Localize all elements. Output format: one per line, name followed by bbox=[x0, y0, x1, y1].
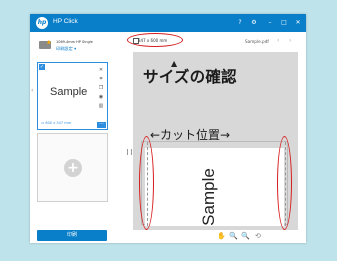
zoom-in-icon[interactable]: 🔍 bbox=[241, 232, 250, 240]
warning-icon: ▲ bbox=[47, 39, 51, 45]
left-cut-highlight bbox=[139, 136, 154, 230]
hand-tool-icon[interactable]: ✋ bbox=[217, 232, 226, 240]
prev-page-button[interactable]: ‹ bbox=[277, 37, 279, 44]
thumbnail-text: Sample bbox=[50, 86, 88, 98]
print-settings-link[interactable]: 印刷設定 ▾ bbox=[56, 46, 76, 52]
prev-job-button[interactable]: ‹ bbox=[31, 87, 33, 94]
thumbnail-checkbox[interactable]: ✓ bbox=[39, 64, 45, 70]
size-label: 347 x 600 mm bbox=[138, 38, 168, 43]
delete-icon[interactable]: ▥ bbox=[98, 103, 104, 109]
next-page-button[interactable]: › bbox=[289, 37, 291, 44]
close-button[interactable]: ✕ bbox=[292, 16, 304, 29]
app-title: HP Click bbox=[53, 18, 78, 25]
job-sidebar: ▲ 1069.4mm HP Single 印刷設定 ▾ ‹ ✓ Sample ✕… bbox=[30, 32, 127, 243]
right-cut-highlight bbox=[277, 136, 292, 230]
hp-logo-icon: hp bbox=[36, 17, 48, 29]
close-icon[interactable]: ✕ bbox=[98, 67, 104, 73]
thumbnail-size: ▭ 600 x 347 mm bbox=[41, 121, 72, 125]
settings-icon[interactable]: ⚙ bbox=[248, 16, 260, 29]
help-icon[interactable]: ? bbox=[234, 16, 246, 29]
view-icon[interactable]: ◉ bbox=[98, 94, 104, 100]
app-window: hp HP Click ? ⚙ – □ ✕ ▲ 1069.4mm HP Sing… bbox=[30, 14, 306, 243]
copies-icon[interactable]: ❐ bbox=[98, 85, 104, 91]
crop-icon[interactable]: ⌗ bbox=[98, 76, 104, 82]
size-callout: サイズの確認 bbox=[143, 68, 237, 86]
sheet-sample: Sample bbox=[198, 168, 218, 226]
add-icon[interactable]: + bbox=[64, 159, 82, 177]
maximize-button[interactable]: □ bbox=[278, 16, 290, 29]
title-bar: hp HP Click ? ⚙ – □ ✕ bbox=[30, 14, 306, 32]
minimize-button[interactable]: – bbox=[264, 16, 276, 29]
job-thumbnail[interactable]: ✓ Sample ✕ ⌗ ❐ ◉ ▥ ▭ 600 x 347 mm ··· bbox=[37, 62, 108, 130]
cut-marker bbox=[127, 149, 132, 155]
add-file-area[interactable]: + bbox=[37, 133, 108, 202]
preview-pane: 347 x 600 mm Sample.pdf ‹ › ▲ サイズの確認 ←カッ… bbox=[127, 32, 306, 243]
file-name: Sample.pdf bbox=[245, 39, 269, 44]
more-options-button[interactable]: ··· bbox=[97, 122, 106, 128]
print-button[interactable]: 印刷 bbox=[37, 230, 107, 241]
paper-info: 1069.4mm HP Single bbox=[56, 40, 93, 44]
rotate-icon[interactable]: ⟲ bbox=[255, 232, 261, 240]
zoom-out-icon[interactable]: 🔍 bbox=[229, 232, 238, 240]
